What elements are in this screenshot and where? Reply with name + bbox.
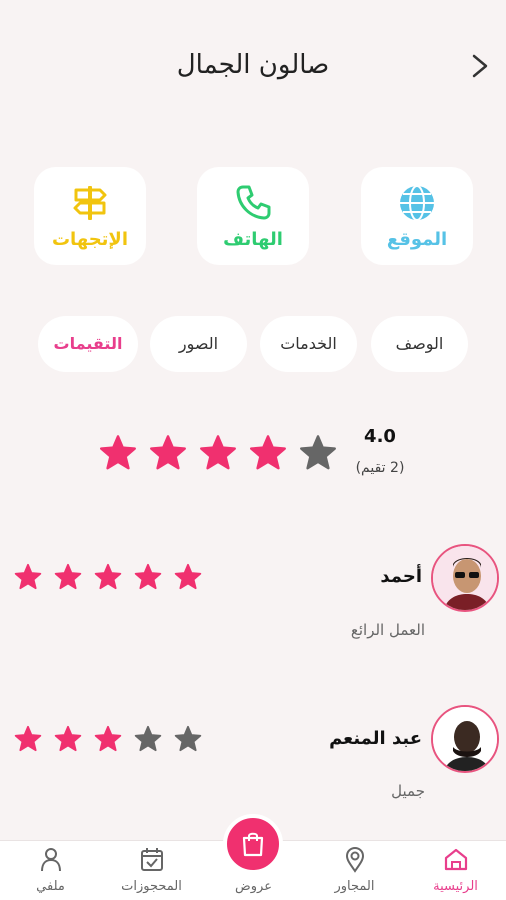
nav-profile[interactable]: ملفي [0, 841, 101, 900]
tab-description[interactable]: الوصف [371, 316, 468, 372]
star-empty-icon [134, 725, 162, 752]
star-filled-icon [100, 435, 136, 470]
nav-profile-label: ملفي [36, 879, 65, 894]
phone-label: الهاتف [223, 229, 283, 250]
rating-value: 4.0 [364, 426, 396, 447]
rating-count: (2 تقيم) [355, 460, 405, 476]
star-filled-icon [250, 435, 286, 470]
star-empty-icon [174, 725, 202, 752]
star-filled-icon [134, 563, 162, 590]
star-filled-icon [14, 725, 42, 752]
page-title: صالون الجمال [176, 50, 330, 80]
directions-label: الإتجهات [51, 229, 129, 250]
star-filled-icon [14, 563, 42, 590]
person-avatar-icon [433, 546, 497, 610]
map-pin-icon [345, 846, 365, 873]
reviewer-name: عبد المنعم [329, 728, 422, 749]
star-empty-icon [300, 435, 336, 470]
star-filled-icon [200, 435, 236, 470]
star-filled-icon [94, 725, 122, 752]
directions-button[interactable]: الإتجهات [34, 167, 146, 265]
nav-bookings[interactable]: المحجوزات [101, 841, 202, 900]
header: صالون الجمال [0, 0, 506, 130]
phone-button[interactable]: الهاتف [197, 167, 309, 265]
tab-services[interactable]: الخدمات [260, 316, 357, 372]
nav-bookings-label: المحجوزات [121, 879, 182, 894]
star-filled-icon [150, 435, 186, 470]
website-button[interactable]: الموقع [361, 167, 473, 265]
star-filled-icon [54, 563, 82, 590]
signpost-icon [73, 186, 107, 220]
nav-home[interactable]: الرئيسية [405, 841, 506, 900]
website-label: الموقع [386, 229, 448, 250]
person-avatar-icon [433, 707, 497, 771]
review-text: جميل [391, 782, 425, 800]
shopping-bag-icon [242, 832, 264, 857]
review-text: العمل الرائع [350, 621, 425, 639]
tab-reviews[interactable]: التقيمات [38, 316, 138, 372]
phone-icon [236, 185, 271, 220]
offers-fab-button[interactable] [223, 814, 283, 874]
calendar-check-icon [141, 848, 163, 871]
avatar [431, 705, 499, 773]
nav-offers-label: عروض [235, 879, 272, 894]
tab-photos[interactable]: الصور [150, 316, 247, 372]
nav-nearby[interactable]: المجاور [304, 841, 405, 900]
star-filled-icon [94, 563, 122, 590]
nav-nearby-label: المجاور [334, 879, 375, 894]
globe-icon [400, 185, 434, 221]
star-filled-icon [54, 725, 82, 752]
star-filled-icon [174, 563, 202, 590]
avatar [431, 544, 499, 612]
reviewer-name: أحمد [380, 566, 422, 587]
user-icon [41, 848, 61, 872]
nav-home-label: الرئيسية [433, 879, 478, 894]
home-icon [444, 848, 468, 871]
